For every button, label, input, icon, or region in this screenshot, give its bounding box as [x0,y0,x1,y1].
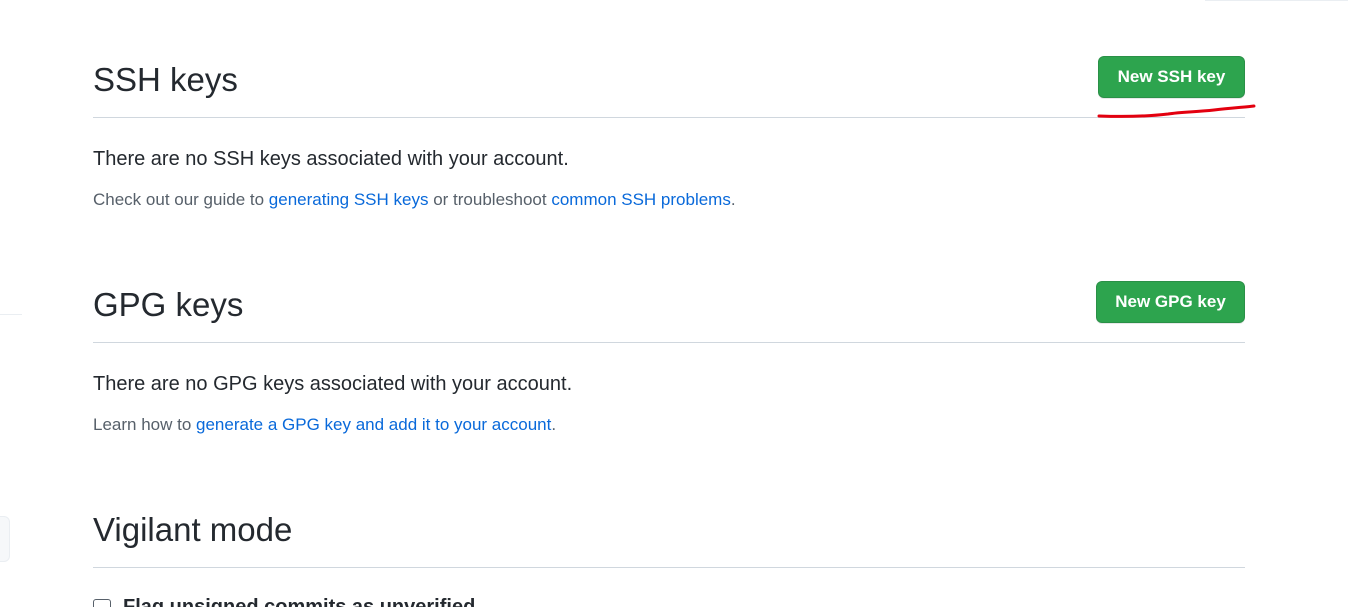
ssh-empty-message: There are no SSH keys associated with yo… [93,148,569,170]
flag-unsigned-commits-label: Flag unsigned commits as unverified [123,596,476,607]
settings-page: SSH keys New SSH key There are no SSH ke… [0,0,1348,607]
common-ssh-problems-link[interactable]: common SSH problems [551,190,731,209]
ssh-help-middle: or troubleshoot [428,190,552,209]
vigilant-mode-header: Vigilant mode [93,506,1245,568]
ssh-keys-header: SSH keys New SSH key [93,56,1245,118]
ssh-help-suffix: . [730,190,736,209]
ssh-keys-section: SSH keys New SSH key There are no SSH ke… [93,56,1245,211]
ssh-keys-title: SSH keys [93,61,238,98]
gpg-help-suffix: . [551,415,557,434]
flag-unsigned-commits-row[interactable]: Flag unsigned commits as unverified [93,596,475,607]
gpg-help-prefix: Learn how to [93,415,197,434]
new-gpg-key-button[interactable]: New GPG key [1096,281,1245,323]
gpg-keys-title: GPG keys [93,286,244,323]
edge-divider-left [0,314,22,315]
vigilant-mode-title: Vigilant mode [93,511,293,548]
ssh-help-text: Check out our guide to generating SSH ke… [93,189,1245,211]
gpg-keys-header: GPG keys New GPG key [93,281,1245,343]
new-ssh-key-button[interactable]: New SSH key [1098,56,1245,98]
vigilant-mode-section: Vigilant mode [93,506,1245,568]
gpg-help-text: Learn how to generate a GPG key and add … [93,414,1245,436]
ssh-help-prefix: Check out our guide to [93,190,269,209]
edge-tab-left [0,516,10,562]
edge-divider-top [1205,0,1348,1]
generate-gpg-key-link[interactable]: generate a GPG key and add it to your ac… [196,415,551,434]
generating-ssh-keys-link[interactable]: generating SSH keys [269,190,429,209]
gpg-empty-message: There are no GPG keys associated with yo… [93,373,573,395]
flag-unsigned-commits-checkbox[interactable] [93,598,111,607]
gpg-keys-section: GPG keys New GPG key There are no GPG ke… [93,281,1245,436]
